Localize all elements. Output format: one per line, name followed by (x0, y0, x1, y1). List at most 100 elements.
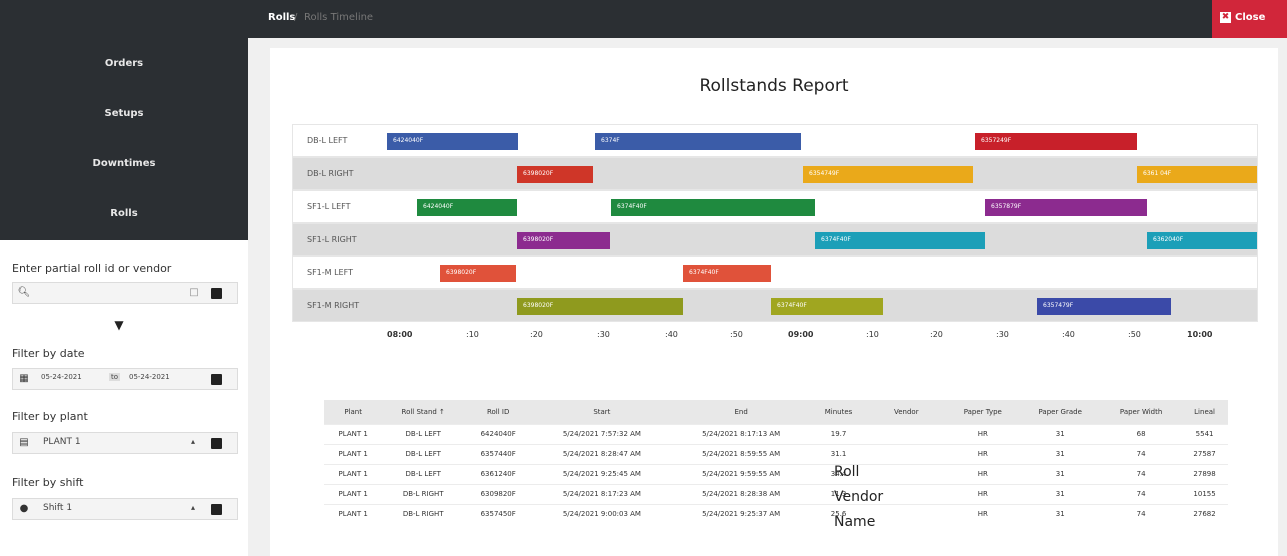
timeline-bar-label: 6374F40F (689, 269, 719, 276)
timeline-row: SF1-M LEFT 6398020F 6374F40F (292, 256, 1258, 289)
nav-item-downtimes[interactable]: Downtimes (0, 158, 248, 169)
timeline-row-label: SF1-M RIGHT (307, 301, 360, 310)
table-header-row: Plant Roll Stand ↑ Roll ID Start End Min… (324, 400, 1228, 424)
timeline-bar[interactable]: 6398020F (517, 232, 610, 249)
clear-icon[interactable]: □ (187, 286, 201, 300)
table-cell: PLANT 1 (324, 503, 383, 524)
timeline-row-label: SF1-M LEFT (307, 268, 353, 277)
timeline-bar-label: 6374F40F (777, 302, 807, 309)
column-header[interactable]: Plant (324, 400, 383, 424)
timeline-bar[interactable]: 6361 04F (1137, 166, 1257, 183)
time-axis-tick: 09:00 (788, 330, 814, 339)
table-cell: 5/24/2021 7:57:32 AM (532, 423, 672, 444)
table-cell: 5/24/2021 9:25:37 AM (671, 503, 811, 524)
table-row[interactable]: PLANT 1 DB-L LEFT 6424040F 5/24/2021 7:57:3… (324, 423, 1228, 444)
close-button[interactable]: ✖ Close (1212, 0, 1287, 38)
date-to-input[interactable]: 05-24-2021 (129, 373, 170, 381)
table-cell: 27587 (1181, 443, 1228, 464)
timeline-row: DB-L LEFT 6424040F 6374F 6357249F (292, 124, 1258, 157)
timeline-row: SF1-M RIGHT 6398020F 6374F40F 6357479F (292, 289, 1258, 322)
table-cell: HR (946, 423, 1020, 444)
column-header[interactable]: End (671, 400, 811, 424)
table-cell: 27682 (1181, 503, 1228, 524)
filter-icon[interactable]: ▼ (112, 318, 126, 332)
column-header[interactable]: Roll ID (464, 400, 533, 424)
column-header[interactable]: Paper Grade (1019, 400, 1102, 424)
timeline-bar-label: 6362040F (1153, 236, 1184, 243)
table-cell: DB-L LEFT (382, 423, 465, 444)
table-cell: 5/24/2021 8:17:23 AM (532, 483, 672, 504)
column-header[interactable]: Lineal (1181, 400, 1228, 424)
timeline-bar[interactable]: 6374F40F (771, 298, 883, 315)
table-cell: DB-L LEFT (382, 443, 465, 464)
column-header[interactable]: Roll Stand ↑ (382, 400, 465, 424)
timeline-bar-label: 6398020F (523, 302, 554, 309)
table-cell: 6357450F (464, 503, 533, 524)
table-cell: 27898 (1181, 463, 1228, 484)
table-row[interactable]: PLANT 1 DB-L RIGHT 6357450F 5/24/2021 9:00:… (324, 503, 1228, 524)
sidebar-nav: Orders Setups Downtimes Rolls (0, 0, 248, 240)
nav-item-rolls[interactable]: Rolls (0, 208, 248, 219)
timeline-bar[interactable]: 6424040F (387, 133, 518, 150)
timeline-bar[interactable]: 6357879F (985, 199, 1147, 216)
timeline-bar[interactable]: 6398020F (440, 265, 516, 282)
timeline-bar[interactable]: 6374F40F (683, 265, 771, 282)
timeline-bar-label: 6361 04F (1143, 170, 1172, 177)
rolls-table: Plant Roll Stand ↑ Roll ID Start End Min… (324, 400, 1228, 530)
time-axis-tick: 08:00 (387, 330, 413, 339)
timeline-bar[interactable]: 6357479F (1037, 298, 1171, 315)
timeline-bar-label: 6357249F (981, 137, 1012, 144)
clock-icon: ● (19, 503, 29, 514)
shift-select[interactable]: ● Shift 1 ▴︎ (12, 498, 238, 520)
column-header[interactable]: Minutes (810, 400, 867, 424)
table-row[interactable]: PLANT 1 DB-L RIGHT 6309820F 5/24/2021 8:17:… (324, 483, 1228, 504)
table-cell: 68 (1101, 423, 1182, 444)
table-cell: 74 (1101, 463, 1182, 484)
column-header[interactable]: Paper Type (946, 400, 1020, 424)
search-go-icon[interactable] (211, 288, 222, 299)
search-input[interactable]: 🔍︎ □ (12, 282, 238, 304)
column-header[interactable]: Paper Width (1101, 400, 1182, 424)
nav-item-setups[interactable]: Setups (0, 108, 248, 119)
breadcrumb-root[interactable]: Rolls (268, 12, 295, 23)
timeline-bar[interactable]: 6424040F (417, 199, 517, 216)
table-cell: 5/24/2021 8:59:55 AM (671, 443, 811, 464)
table-row[interactable]: PLANT 1 DB-L LEFT 6357440F 5/24/2021 8:28:4… (324, 443, 1228, 464)
table-cell: 10155 (1181, 483, 1228, 504)
date-from-input[interactable]: 05-24-2021 (41, 373, 82, 381)
table-cell: HR (946, 503, 1020, 524)
table-row[interactable]: PLANT 1 DB-L LEFT 6361240F 5/24/2021 9:25:4… (324, 463, 1228, 484)
timeline-row: SF1-L RIGHT 6398020F 6374F40F 6362040F (292, 223, 1258, 256)
timeline-bar[interactable]: 6398020F (517, 166, 593, 183)
timeline-bar[interactable]: 6374F40F (611, 199, 815, 216)
table-cell: 31 (1019, 463, 1102, 484)
table-cell: DB-L LEFT (382, 463, 465, 484)
report-title: Rollstands Report (699, 76, 849, 96)
date-range[interactable]: ▦ 05-24-2021 to 05-24-2021 (12, 368, 238, 390)
timeline-row: DB-L RIGHT 6398020F 6354749F 6361 04F (292, 157, 1258, 190)
date-go-icon[interactable] (211, 374, 222, 385)
column-header[interactable]: Vendor (866, 400, 947, 424)
time-axis-tick: :10 (466, 330, 479, 339)
timeline-row-label: SF1-L LEFT (307, 202, 351, 211)
timeline-bar[interactable]: 6354749F (803, 166, 973, 183)
table-cell: HR (946, 463, 1020, 484)
column-header[interactable]: Start (532, 400, 672, 424)
timeline-bar[interactable]: 6398020F (517, 298, 683, 315)
shift-select-value: Shift 1 (43, 503, 73, 513)
timeline-bar[interactable]: 6362040F (1147, 232, 1257, 249)
timeline-bar[interactable]: 6357249F (975, 133, 1137, 150)
report-panel: Rollstands Report DB-L LEFT 6424040F 637… (270, 48, 1278, 556)
table-cell (866, 423, 947, 444)
timeline-bar[interactable]: 6374F (595, 133, 801, 150)
nav-item-orders[interactable]: Orders (0, 58, 248, 69)
shift-go-icon[interactable] (211, 504, 222, 515)
table-cell: 74 (1101, 443, 1182, 464)
breadcrumb-separator: / (294, 12, 298, 23)
plant-go-icon[interactable] (211, 438, 222, 449)
plant-select[interactable]: ▤ PLANT 1 ▴︎ (12, 432, 238, 454)
table-cell: 5/24/2021 8:28:38 AM (671, 483, 811, 504)
timeline-bar[interactable]: 6374F40F (815, 232, 985, 249)
table-cell: DB-L RIGHT (382, 483, 465, 504)
table-cell: 31 (1019, 483, 1102, 504)
